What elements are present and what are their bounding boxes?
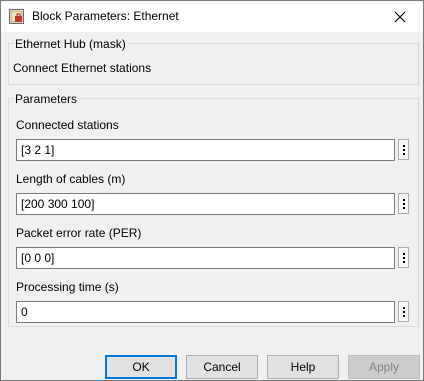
simulink-block-icon [9, 9, 24, 24]
parameters-group-header: Parameters [14, 92, 79, 106]
window-title: Block Parameters: Ethernet [32, 9, 179, 23]
mask-description: Connect Ethernet stations [13, 61, 152, 75]
packet-error-rate-label: Packet error rate (PER) [16, 226, 142, 240]
cable-length-label: Length of cables (m) [16, 172, 126, 186]
more-dots-icon [402, 306, 405, 309]
close-icon [394, 11, 406, 22]
close-button[interactable] [377, 1, 423, 32]
title-bar[interactable]: Block Parameters: Ethernet [1, 1, 423, 32]
more-dots-icon [402, 252, 405, 255]
connected-stations-field[interactable]: [3 2 1] [16, 139, 395, 161]
packet-error-rate-more-button[interactable] [398, 247, 409, 268]
cancel-button[interactable]: Cancel [186, 355, 258, 379]
processing-time-more-button[interactable] [398, 301, 409, 322]
packet-error-rate-field[interactable]: [0 0 0] [16, 247, 395, 269]
processing-time-label: Processing time (s) [16, 280, 119, 294]
more-dots-icon [402, 198, 405, 201]
cable-length-field[interactable]: [200 300 100] [16, 193, 395, 215]
connected-stations-label: Connected stations [16, 118, 119, 132]
apply-button[interactable]: Apply [348, 355, 420, 379]
processing-time-field[interactable]: 0 [16, 301, 395, 323]
ok-button[interactable]: OK [105, 355, 177, 379]
connected-stations-more-button[interactable] [398, 139, 409, 160]
mask-group-header: Ethernet Hub (mask) [14, 37, 127, 51]
help-button[interactable]: Help [267, 355, 339, 379]
dialog-window: Block Parameters: Ethernet Ethernet Hub … [0, 0, 424, 381]
more-dots-icon [402, 144, 405, 147]
cable-length-more-button[interactable] [398, 193, 409, 214]
